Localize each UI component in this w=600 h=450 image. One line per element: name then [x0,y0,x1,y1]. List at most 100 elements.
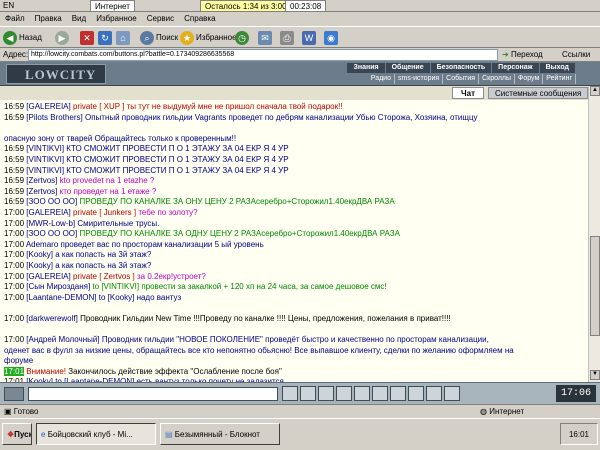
history-button[interactable]: ◷ [235,29,249,47]
message-time[interactable]: 17:00 [4,261,24,270]
menu-help[interactable]: Справка [179,12,220,26]
nav-scrolls[interactable]: Скроллы [479,74,516,84]
message-time[interactable]: 17:00 [4,208,24,217]
nav-knowledge[interactable]: Знания [347,63,386,73]
message-time[interactable]: 16:59 [4,113,24,122]
message-time[interactable]: 17:00 [4,272,24,281]
message-time[interactable]: 17:00 [4,250,24,259]
search-button[interactable]: ⌕ Поиск [140,29,178,47]
scroll-lock-icon[interactable] [390,386,406,401]
message-author[interactable]: [Laantane-DEMON] [26,293,96,302]
message-author[interactable]: [Андрей Молочный] [26,335,99,344]
nav-sms-history[interactable]: sms-история [395,74,444,84]
message-author[interactable]: [GALEREIA] [26,102,70,111]
menu-file[interactable]: Файл [0,12,30,26]
nav-forum[interactable]: Форум [515,74,544,84]
message-time[interactable]: 17:00 [4,314,24,323]
message-author[interactable]: [MWR-Low-b] [26,219,75,228]
tab-system-messages[interactable]: Системные сообщения [488,87,589,99]
message-author[interactable]: [Kooky] [26,261,53,270]
chat-input[interactable] [28,387,278,401]
nav-communication[interactable]: Общение [385,63,431,73]
menu-tools[interactable]: Сервис [142,12,179,26]
task-notepad[interactable]: ▤ Безымянный - Блокнот [160,423,280,445]
message-author[interactable]: [darkwerewolf] [26,314,78,323]
scroll-down-icon[interactable]: ▼ [590,370,600,380]
message-author[interactable]: [GALEREIA] [26,272,70,281]
translit-icon[interactable] [354,386,370,401]
settings-icon[interactable] [426,386,442,401]
message-time[interactable]: 16:59 [4,166,24,175]
send-icon[interactable] [282,386,298,401]
smile-icon[interactable] [318,386,334,401]
game-logo[interactable]: LOWCITY [6,64,106,84]
forward-button[interactable]: ▶ [55,29,69,47]
home-button[interactable]: ⌂ [116,29,130,47]
sound-icon[interactable] [408,386,424,401]
private-tag[interactable]: private [ Junkers ] [73,208,136,217]
task-browser[interactable]: e Бойцовский клуб - Mi... [36,423,156,445]
message-time[interactable]: 16:59 [4,155,24,164]
message-author[interactable]: [Сын Мирозданя] [26,282,90,291]
back-button[interactable]: ◀ Назад [3,29,42,47]
edit-button[interactable]: W [302,29,316,47]
language-indicator[interactable]: EN [3,0,14,12]
menu-view[interactable]: Вид [67,12,91,26]
start-button[interactable]: ❖Пуск [2,423,32,445]
message-time[interactable]: 17:00 [4,282,24,291]
message-time[interactable]: 17:00 [4,240,24,249]
message-author[interactable]: [GALEREIA] [26,208,70,217]
nav-exit[interactable]: Выход [539,63,576,73]
message-author[interactable]: [ЗОО ОО ОО] [26,197,77,206]
message-time[interactable]: 17:01 [4,366,25,376]
message-author[interactable]: [Pilots Brothers] [26,113,82,122]
message-time[interactable]: 17:00 [4,219,24,228]
go-button[interactable]: ➜ Переход [502,48,543,62]
scroll-thumb[interactable] [590,236,600,336]
message-author[interactable]: [VINTIKVI] [26,155,64,164]
message-time[interactable]: 17:00 [4,293,24,302]
nav-security[interactable]: Безопасность [430,63,493,73]
chat-mode-button[interactable] [4,387,24,401]
nav-rating[interactable]: Рейтинг [543,74,576,84]
message-author[interactable]: [Zertvos] [26,176,57,185]
favorites-button[interactable]: ★ Избранное [180,29,237,47]
message-author[interactable]: Ademaro [26,240,58,249]
links-button[interactable]: Ссылки [562,48,590,62]
nav-radio[interactable]: Радио [368,74,395,84]
message-author[interactable]: [VINTIKVI] [26,144,64,153]
message-time[interactable]: 17:00 [4,335,24,344]
stop-button[interactable]: ✕ [80,29,94,47]
private-tag[interactable]: private [ Zertvos ] [73,272,135,281]
exit-chat-icon[interactable] [444,386,460,401]
remaining-time: Осталось 1:34 из 3:00 [200,0,292,12]
color-icon[interactable] [372,386,388,401]
filter-icon[interactable] [336,386,352,401]
clear-icon[interactable] [300,386,316,401]
chat-scrollbar[interactable]: ▲ ▼ [588,86,600,382]
scroll-up-icon[interactable]: ▲ [590,86,600,96]
mail-button[interactable]: ✉ [258,29,272,47]
message-time[interactable]: 16:59 [4,197,24,206]
message-author[interactable]: [ЗОО ОО ОО] [26,229,77,238]
print-button[interactable]: ⎙ [280,29,294,47]
tab-chat[interactable]: Чат [452,87,484,99]
message-author[interactable]: Внимание! [26,367,66,376]
message-author[interactable]: [Zertvos] [26,187,57,196]
menu-edit[interactable]: Правка [30,12,67,26]
favorites-label: Избранное [196,33,237,42]
nav-events[interactable]: События [443,74,480,84]
private-tag[interactable]: private [ XUP ] [73,102,124,111]
message-author[interactable]: [Kooky] [26,250,53,259]
nav-character[interactable]: Персонаж [492,63,540,73]
message-time[interactable]: 16:59 [4,144,24,153]
message-time[interactable]: 16:59 [4,176,24,185]
menu-favorites[interactable]: Избранное [91,12,142,26]
message-time[interactable]: 16:59 [4,187,24,196]
messenger-button[interactable]: ◉ [324,29,338,47]
refresh-button[interactable]: ↻ [98,29,112,47]
address-input[interactable]: http://lowcity.combats.com/buttons.pl?ba… [28,49,498,61]
message-time[interactable]: 17:00 [4,229,24,238]
message-time[interactable]: 16:59 [4,102,24,111]
message-author[interactable]: [VINTIKVI] [26,166,64,175]
